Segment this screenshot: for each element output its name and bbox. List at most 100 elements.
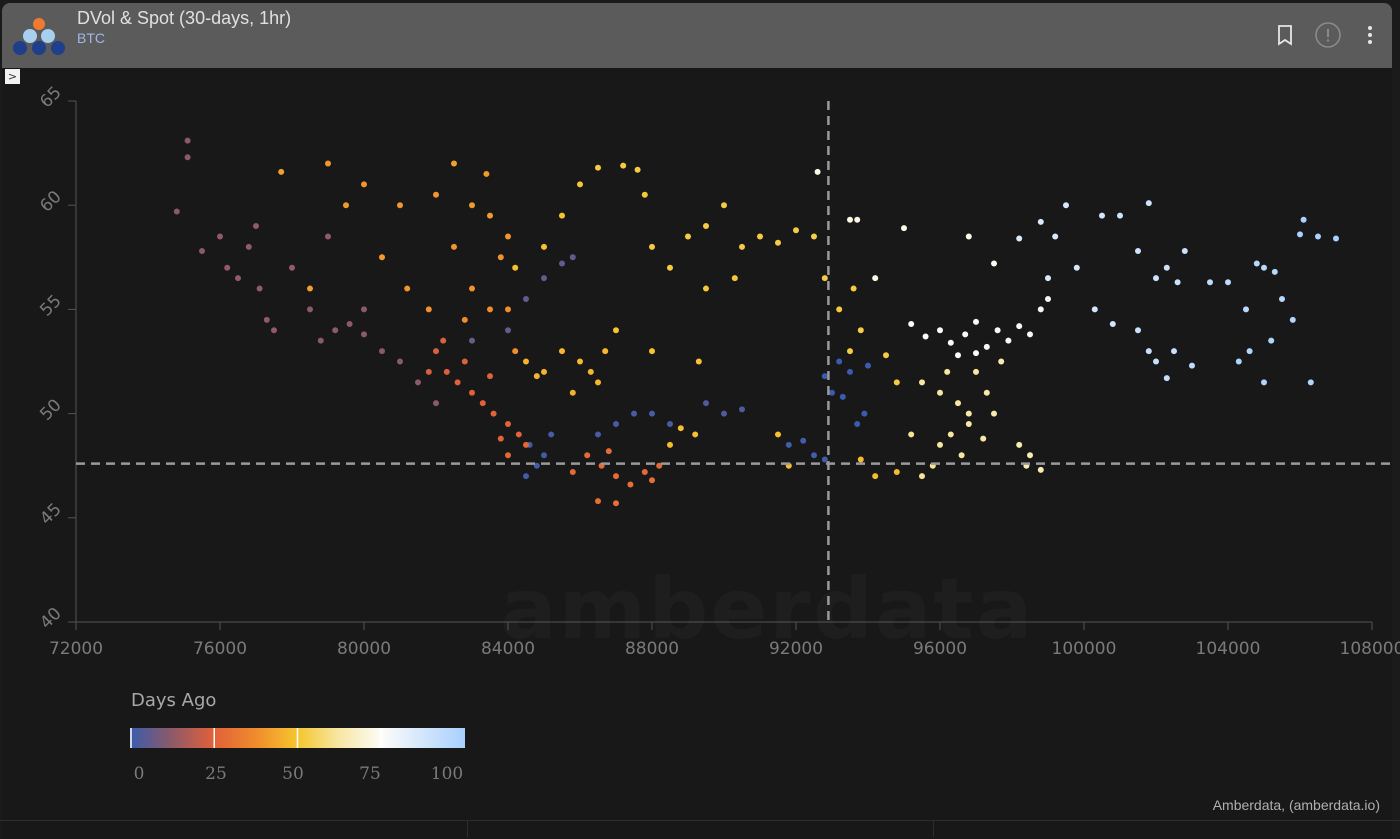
data-point — [1225, 279, 1231, 286]
data-point — [184, 154, 191, 161]
data-point — [839, 393, 846, 400]
data-point — [1243, 306, 1249, 313]
data-point — [569, 254, 576, 261]
data-point — [1099, 212, 1105, 219]
data-point — [908, 431, 915, 438]
data-point — [731, 275, 738, 282]
data-point — [613, 473, 619, 480]
data-point — [821, 456, 828, 463]
data-point — [433, 348, 439, 355]
data-point — [634, 166, 641, 173]
y-tick-label: 65 — [36, 83, 65, 112]
colorbar-tick-label: 25 — [205, 764, 227, 784]
data-point — [605, 448, 612, 455]
data-point — [695, 358, 702, 365]
data-point — [1027, 331, 1033, 338]
data-point — [1135, 248, 1141, 255]
data-point — [595, 164, 601, 171]
data-point — [577, 181, 583, 188]
data-point — [346, 320, 353, 327]
data-point — [973, 350, 979, 357]
colorbar-tick-label: 75 — [359, 764, 381, 784]
data-point — [836, 358, 843, 365]
data-point — [1279, 295, 1285, 302]
data-point — [440, 337, 447, 344]
data-point — [821, 275, 828, 282]
x-tick-label: 104000 — [1196, 639, 1261, 659]
data-point — [397, 358, 403, 365]
data-point — [541, 452, 547, 459]
data-point — [1333, 235, 1339, 242]
data-point — [1174, 279, 1181, 286]
x-tick-label: 72000 — [49, 639, 103, 659]
data-point — [1117, 212, 1123, 219]
data-point — [947, 339, 954, 346]
data-point — [479, 400, 486, 407]
data-point — [512, 264, 519, 271]
data-point — [443, 368, 450, 375]
data-point — [1145, 200, 1152, 207]
data-point — [821, 373, 828, 380]
data-point — [667, 441, 673, 448]
data-point — [983, 343, 990, 350]
data-point — [559, 260, 565, 267]
data-point — [1016, 441, 1023, 448]
data-point — [469, 389, 475, 396]
data-point — [785, 441, 792, 448]
data-point — [569, 468, 576, 475]
data-point — [937, 441, 943, 448]
data-point — [1235, 358, 1242, 365]
data-point — [847, 216, 853, 223]
data-point — [1163, 264, 1170, 271]
data-point — [469, 202, 475, 209]
data-point — [523, 473, 529, 480]
data-point — [541, 243, 547, 250]
data-point — [271, 327, 277, 334]
data-point — [184, 137, 191, 144]
data-point — [613, 421, 619, 428]
data-point — [397, 202, 403, 209]
data-point — [505, 452, 511, 459]
data-point — [584, 452, 591, 459]
data-point — [1135, 327, 1141, 334]
data-point — [1037, 306, 1044, 313]
data-point — [595, 379, 601, 386]
data-point — [1271, 268, 1278, 275]
data-point — [515, 431, 522, 438]
data-point — [256, 285, 263, 292]
data-point — [454, 379, 461, 386]
data-point — [613, 500, 619, 507]
data-point — [1037, 466, 1044, 473]
data-point — [1253, 260, 1260, 267]
data-point — [559, 212, 565, 219]
data-point — [814, 168, 821, 175]
data-point — [1091, 306, 1098, 313]
data-point — [692, 431, 699, 438]
data-point — [872, 473, 879, 480]
data-point — [1153, 358, 1159, 365]
data-point — [577, 358, 583, 365]
data-point — [857, 327, 864, 334]
data-point — [739, 406, 745, 413]
x-tick-label: 84000 — [481, 639, 535, 659]
data-point — [415, 379, 421, 386]
credit-text: Amberdata, (amberdata.io) — [1212, 797, 1380, 813]
data-point — [847, 348, 853, 355]
data-point — [379, 254, 385, 261]
data-point — [649, 348, 655, 355]
data-point — [505, 306, 511, 313]
data-point — [721, 410, 727, 417]
data-point — [973, 318, 979, 325]
data-point — [1073, 264, 1080, 271]
data-point — [836, 306, 843, 313]
data-point — [1052, 233, 1059, 240]
data-point — [569, 389, 576, 396]
data-point — [829, 389, 835, 396]
data-point — [533, 373, 540, 380]
data-point — [861, 410, 868, 417]
data-point — [937, 389, 943, 396]
data-point — [703, 285, 709, 292]
data-point — [955, 352, 961, 359]
data-point — [901, 225, 907, 232]
data-point — [800, 437, 807, 444]
